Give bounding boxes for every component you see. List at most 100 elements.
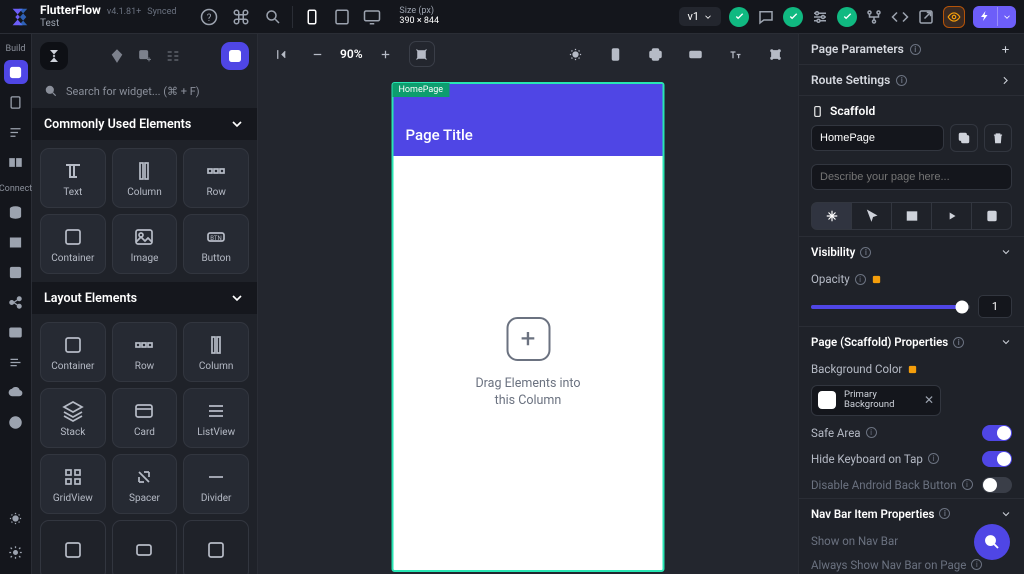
widget-container[interactable]: Container xyxy=(40,214,106,274)
widget-panel: Search for widget... (⌘ + F) Commonly Us… xyxy=(32,34,258,574)
widget-column[interactable]: Column xyxy=(112,148,178,208)
widget-gridview[interactable]: GridView xyxy=(40,454,106,514)
preview-button[interactable] xyxy=(943,6,965,28)
rail-settings[interactable] xyxy=(4,540,28,564)
visibility-header[interactable]: Visibilityi xyxy=(799,236,1024,267)
route-settings-header[interactable]: Route Settingsi xyxy=(799,65,1024,96)
rail-tree[interactable] xyxy=(4,120,28,144)
rail-datatypes[interactable] xyxy=(4,230,28,254)
opacity-value[interactable]: 1 xyxy=(978,295,1012,318)
rail-cloud[interactable] xyxy=(4,380,28,404)
widget-image[interactable]: Image xyxy=(112,214,178,274)
diamond-icon[interactable] xyxy=(109,48,125,64)
widget-text[interactable]: Text xyxy=(40,148,106,208)
widget-listview[interactable]: ListView xyxy=(183,388,249,448)
rail-tests[interactable] xyxy=(4,410,28,434)
text-size-icon[interactable] xyxy=(722,41,748,67)
branch-icon[interactable] xyxy=(865,8,883,26)
rail-storyboard[interactable] xyxy=(4,150,28,174)
phone-portrait-icon[interactable] xyxy=(303,8,321,26)
widget-button[interactable]: BTNButton xyxy=(183,214,249,274)
rail-pages[interactable] xyxy=(4,90,28,114)
command-icon[interactable] xyxy=(232,8,250,26)
help-icon[interactable]: ? xyxy=(200,8,218,26)
delete-button[interactable] xyxy=(984,124,1012,152)
plus-icon[interactable] xyxy=(999,43,1012,56)
section-layout-header[interactable]: Layout Elements xyxy=(32,282,257,314)
rail-firestore[interactable] xyxy=(4,200,28,224)
widget-search[interactable]: Search for widget... (⌘ + F) xyxy=(32,78,257,108)
tab-backend[interactable] xyxy=(892,202,932,230)
template-add-icon[interactable] xyxy=(137,48,153,64)
settings-sliders-icon[interactable] xyxy=(811,8,829,26)
widget-more-2[interactable] xyxy=(112,520,178,574)
widget-column-2[interactable]: Column xyxy=(183,322,249,382)
widget-more-1[interactable] xyxy=(40,520,106,574)
device-phone-icon[interactable] xyxy=(602,41,628,67)
widget-stack[interactable]: Stack xyxy=(40,388,106,448)
multi-device-icon[interactable] xyxy=(762,41,788,67)
version-selector[interactable]: v1 xyxy=(679,7,721,26)
widget-more-3[interactable] xyxy=(183,520,249,574)
disable-back-toggle[interactable] xyxy=(982,477,1012,493)
opacity-slider[interactable] xyxy=(811,305,970,309)
chat-icon[interactable] xyxy=(757,8,775,26)
close-icon[interactable]: ✕ xyxy=(924,393,934,407)
device-preview[interactable]: HomePage Page Title + Drag Elements into… xyxy=(392,82,665,572)
widget-row-2[interactable]: Row xyxy=(112,322,178,382)
components-icon[interactable] xyxy=(165,48,181,64)
widget-spacer[interactable]: Spacer xyxy=(112,454,178,514)
zoom-level: 90% xyxy=(340,47,363,61)
chevron-down-icon xyxy=(1000,246,1012,258)
tab-cursor[interactable] xyxy=(852,202,892,230)
bg-color-chip[interactable]: PrimaryBackground ✕ xyxy=(811,385,941,416)
orientation-icon[interactable] xyxy=(642,41,668,67)
section-common-header[interactable]: Commonly Used Elements xyxy=(32,108,257,140)
search-icon[interactable] xyxy=(264,8,282,26)
tablet-icon[interactable] xyxy=(333,8,351,26)
widget-card[interactable]: Card xyxy=(112,388,178,448)
status-check-1[interactable] xyxy=(729,7,749,27)
desktop-icon[interactable] xyxy=(363,8,381,26)
widget-divider[interactable]: Divider xyxy=(183,454,249,514)
copy-button[interactable] xyxy=(950,124,978,152)
rail-widgets[interactable] xyxy=(4,60,28,84)
page-parameters-header[interactable]: Page Parametersi xyxy=(799,34,1024,65)
rail-custom-code[interactable] xyxy=(4,350,28,374)
page-name-input[interactable] xyxy=(811,125,944,151)
hide-keyboard-toggle[interactable] xyxy=(982,451,1012,467)
status-check-2[interactable] xyxy=(783,7,803,27)
rail-appstate[interactable] xyxy=(4,260,28,284)
keyboard-icon[interactable] xyxy=(682,41,708,67)
code-icon[interactable] xyxy=(891,8,909,26)
safe-area-toggle[interactable] xyxy=(982,425,1012,441)
zoom-out-button[interactable] xyxy=(304,41,330,67)
tab-animations[interactable] xyxy=(932,202,972,230)
variable-icon[interactable] xyxy=(907,364,918,375)
collapse-panel-icon[interactable] xyxy=(268,41,294,67)
tab-actions[interactable] xyxy=(811,202,852,230)
widget-container-2[interactable]: Container xyxy=(40,322,106,382)
info-icon: i xyxy=(910,44,921,55)
page-props-header[interactable]: Page (Scaffold) Propertiesi xyxy=(799,326,1024,357)
drop-target[interactable]: + Drag Elements intothis Column xyxy=(394,156,663,570)
add-widget-button[interactable] xyxy=(221,42,249,70)
rail-theme[interactable] xyxy=(4,506,28,530)
run-button[interactable] xyxy=(973,6,1016,28)
variable-icon[interactable] xyxy=(871,274,882,285)
rail-media[interactable] xyxy=(4,320,28,344)
search-fab[interactable] xyxy=(974,524,1010,560)
status-check-3[interactable] xyxy=(837,7,857,27)
tab-docs[interactable] xyxy=(972,202,1012,230)
info-icon: i xyxy=(896,75,907,86)
widget-row[interactable]: Row xyxy=(183,148,249,208)
brand-block: FlutterFlow v4.1.81+ Synced Test xyxy=(40,4,176,29)
light-mode-icon[interactable] xyxy=(562,41,588,67)
flutter-icon[interactable] xyxy=(40,42,68,70)
launch-icon[interactable] xyxy=(917,8,935,26)
rail-api[interactable] xyxy=(4,290,28,314)
page-description-input[interactable] xyxy=(811,164,1012,190)
resize-handles-toggle[interactable] xyxy=(409,41,435,67)
chevron-right-icon xyxy=(999,74,1012,87)
zoom-in-button[interactable] xyxy=(373,41,399,67)
